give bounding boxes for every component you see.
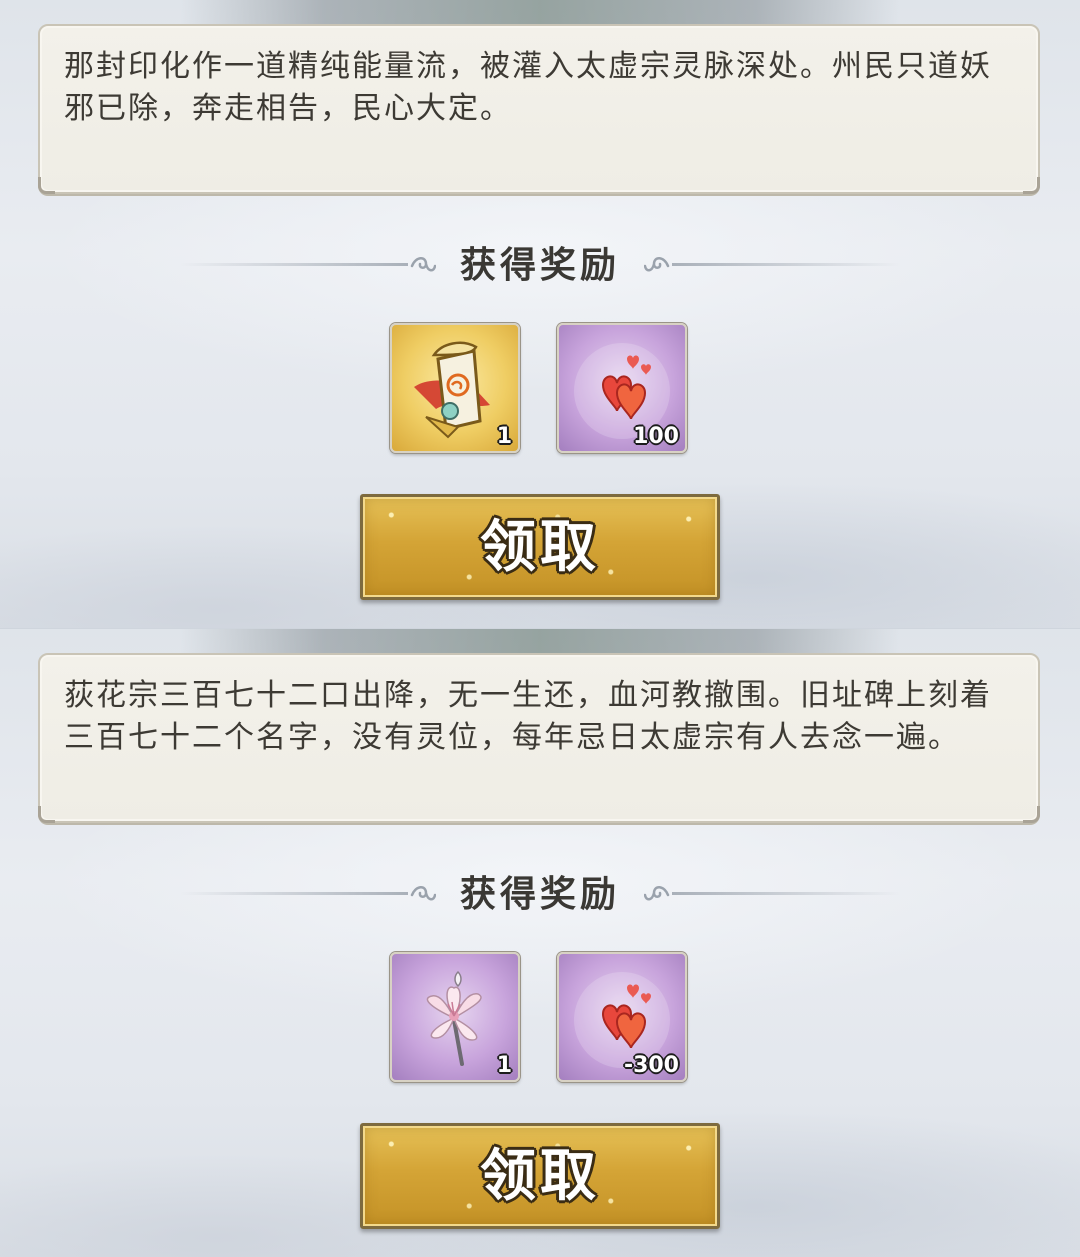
reward-item-lily[interactable]: 1 xyxy=(390,952,520,1082)
item-count: -300 xyxy=(623,1053,679,1078)
story-text: 荻花宗三百七十二口出降，无一生还，血河教撤围。旧址碑上刻着三百七十二个名字，没有… xyxy=(64,678,992,755)
reward-item-hearts[interactable]: -300 xyxy=(557,952,687,1082)
story-text: 那封印化作一道精纯能量流，被灌入太虚宗灵脉深处。州民只道妖邪已除，奔走相告，民心… xyxy=(64,49,992,126)
item-count: 1 xyxy=(496,424,512,449)
reward-item-hearts[interactable]: 100 xyxy=(557,323,687,453)
cloud-swirl-icon xyxy=(644,257,670,272)
divider-line-right xyxy=(672,263,900,266)
claim-button[interactable]: 领取 xyxy=(360,494,720,600)
story-text-box: 荻花宗三百七十二口出降，无一生还，血河教撤围。旧址碑上刻着三百七十二个名字，没有… xyxy=(38,653,1040,823)
top-banner-art xyxy=(180,629,900,653)
story-text-box: 那封印化作一道精纯能量流，被灌入太虚宗灵脉深处。州民只道妖邪已除，奔走相告，民心… xyxy=(38,24,1040,194)
item-count: 1 xyxy=(496,1053,512,1078)
cloud-swirl-icon xyxy=(644,886,670,901)
reward-header: 获得奖励 xyxy=(180,869,900,919)
quest-panel: 那封印化作一道精纯能量流，被灌入太虚宗灵脉深处。州民只道妖邪已除，奔走相告，民心… xyxy=(0,0,1080,628)
top-banner-art xyxy=(180,0,900,24)
reward-header: 获得奖励 xyxy=(180,240,900,290)
claim-button-label: 领取 xyxy=(480,1143,600,1209)
divider-line-right xyxy=(672,892,900,895)
reward-item-talisman[interactable]: 1 xyxy=(390,323,520,453)
item-count: 100 xyxy=(633,424,679,449)
quest-panel: 荻花宗三百七十二口出降，无一生还，血河教撤围。旧址碑上刻着三百七十二个名字，没有… xyxy=(0,628,1080,1257)
claim-button-label: 领取 xyxy=(480,514,600,580)
claim-button[interactable]: 领取 xyxy=(360,1123,720,1229)
